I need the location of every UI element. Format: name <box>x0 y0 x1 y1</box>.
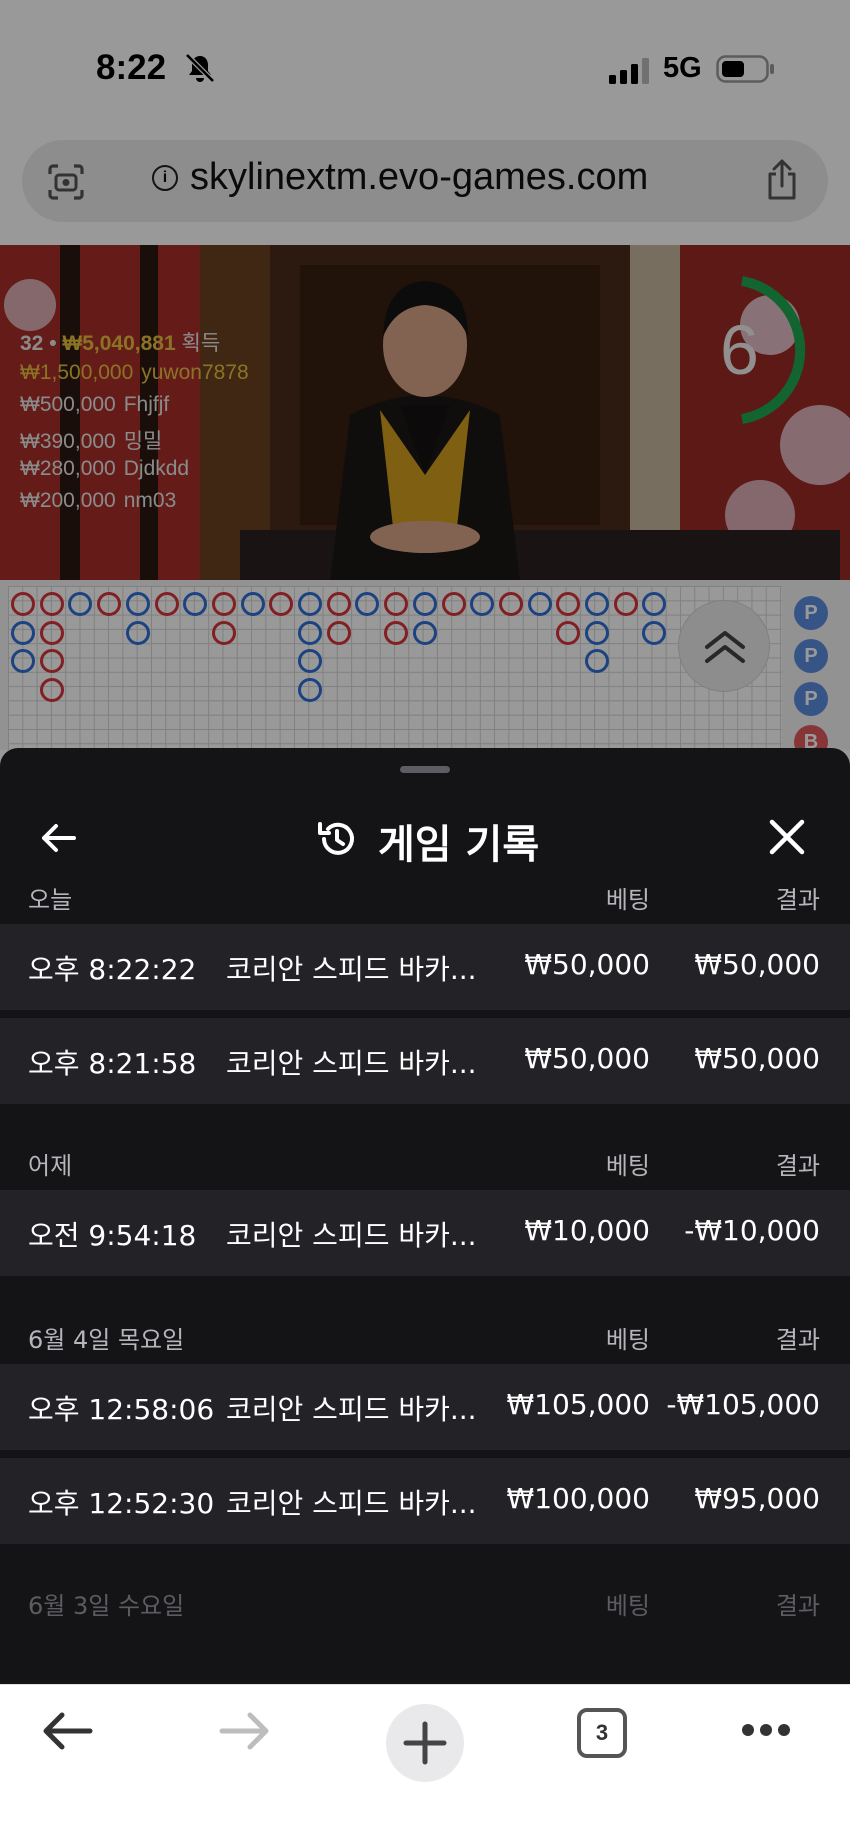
road-bead <box>527 592 552 616</box>
history-row[interactable]: 오후 8:21:58 코리안 스피드 바카... ₩50,000 ₩50,000 <box>0 1018 850 1104</box>
road-bead <box>298 620 322 645</box>
url-text: skylinextm.evo-games.com <box>190 156 649 198</box>
history-row[interactable]: 오후 12:52:30 코리안 스피드 바카... ₩100,000 ₩95,0… <box>0 1458 850 1544</box>
camera-scan-icon[interactable] <box>46 162 86 202</box>
winners-summary: 32 • ₩5,040,881 획득 <box>20 332 221 355</box>
road-bead <box>613 592 638 616</box>
bell-slash-icon <box>185 53 215 83</box>
history-row[interactable]: 오전 9:54:18 코리안 스피드 바카... ₩10,000 -₩10,00… <box>0 1190 850 1276</box>
road-bead <box>240 592 265 616</box>
history-icon <box>318 822 354 855</box>
road-bead <box>39 592 64 616</box>
drag-handle[interactable] <box>400 766 450 773</box>
road-bead <box>211 592 236 616</box>
status-bar: 8:22 5G <box>0 0 850 140</box>
signal-icon <box>609 58 649 84</box>
road-bead <box>298 592 322 616</box>
share-icon[interactable] <box>762 158 802 202</box>
tabs-button[interactable]: 3 <box>577 1708 627 1758</box>
url-display[interactable]: i skylinextm.evo-games.com <box>152 156 648 199</box>
winner-row: ₩500,000 Fhjfjf <box>20 393 170 416</box>
road-bead <box>556 620 581 645</box>
back-icon[interactable] <box>40 1710 94 1752</box>
back-arrow-icon[interactable] <box>38 818 78 858</box>
section-header: 6월 3일 수요일 베팅 결과 <box>28 1592 820 1620</box>
side-bead: P <box>794 639 828 673</box>
winner-row: ₩1,500,000 yuwon7878 <box>20 361 249 384</box>
countdown-timer: 6 <box>720 311 759 389</box>
road-bead <box>298 649 322 673</box>
info-icon[interactable]: i <box>152 164 178 191</box>
road-bead <box>441 592 466 616</box>
new-tab-button[interactable] <box>386 1704 464 1782</box>
road-bead <box>11 649 35 673</box>
road-bead <box>384 592 409 616</box>
winner-row: ₩280,000 Djdkdd <box>20 457 190 480</box>
road-bead <box>298 677 322 702</box>
side-bead: P <box>794 596 828 630</box>
road-bead <box>642 620 667 645</box>
road-bead <box>470 592 495 616</box>
expand-road-button[interactable] <box>678 600 770 692</box>
road-bead <box>326 592 351 616</box>
section-header: 어제 베팅 결과 <box>28 1152 820 1180</box>
side-bead: P <box>794 682 828 716</box>
road-bead <box>154 592 179 616</box>
sheet-title: 게임 기록 <box>378 822 540 868</box>
road-bead <box>384 620 409 645</box>
chevron-up-icon <box>705 631 745 663</box>
road-bead <box>39 677 64 702</box>
road-bead <box>412 620 437 645</box>
road-bead <box>183 592 208 616</box>
road-bead <box>326 620 351 645</box>
battery-icon <box>716 55 774 83</box>
close-icon[interactable] <box>768 818 806 856</box>
road-bead <box>39 649 64 673</box>
section-header: 오늘 베팅 결과 <box>28 886 820 914</box>
game-history-sheet: 게임 기록 오늘 베팅 결과 오후 8:22:22 코리안 스피드 바카... … <box>0 748 850 1684</box>
network-label: 5G <box>663 52 702 84</box>
address-bar[interactable]: i skylinextm.evo-games.com <box>22 140 828 222</box>
winner-row: ₩200,000 nm03 <box>20 489 177 512</box>
road-bead <box>39 620 64 645</box>
road-bead <box>211 620 236 645</box>
history-row[interactable]: 오후 8:22:22 코리안 스피드 바카... ₩50,000 ₩50,000 <box>0 924 850 1010</box>
plus-icon <box>403 1721 447 1765</box>
road-bead <box>585 649 609 673</box>
person-icon: • <box>49 332 57 355</box>
section-header: 6월 4일 목요일 베팅 결과 <box>28 1326 820 1354</box>
road-bead <box>585 620 609 645</box>
road-bead <box>97 592 122 616</box>
road-bead <box>11 620 35 645</box>
status-time: 8:22 <box>96 48 167 87</box>
road-bead <box>498 592 523 616</box>
road-bead <box>125 592 150 616</box>
road-bead <box>585 592 609 616</box>
history-row[interactable]: 오후 12:58:06 코리안 스피드 바카... ₩105,000 -₩105… <box>0 1364 850 1450</box>
forward-icon[interactable] <box>218 1710 272 1752</box>
winner-row: ₩390,000 밍밀 <box>20 430 163 453</box>
more-icon[interactable] <box>740 1722 792 1738</box>
road-bead <box>125 620 150 645</box>
road-bead <box>11 592 35 616</box>
road-bead <box>412 592 437 616</box>
